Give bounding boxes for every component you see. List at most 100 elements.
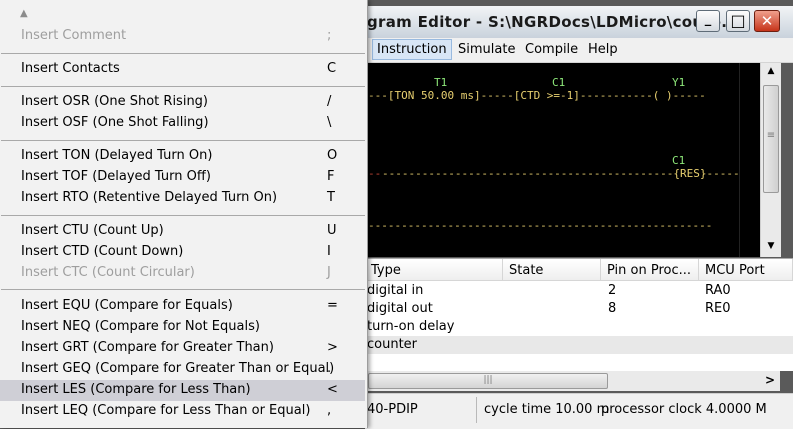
chevron-down-icon: ▼ <box>767 241 775 251</box>
column-header-label: Type <box>371 263 401 278</box>
menu-separator <box>1 215 365 216</box>
menu-separator <box>1 86 365 87</box>
rung2-c1-label: C1 <box>672 154 686 167</box>
scroll-down-button[interactable]: ▼ <box>761 237 781 257</box>
table-row[interactable]: turn-on delay <box>365 318 793 336</box>
column-header-state[interactable]: State <box>503 259 601 281</box>
menu-compile[interactable]: Compile <box>521 41 582 58</box>
menu-item-label: Insert OSF (One Shot Falling) <box>21 115 209 130</box>
cell-type: turn-on delay <box>367 319 455 334</box>
menu-item[interactable]: Insert GEQ (Compare for Greater Than or … <box>0 359 365 380</box>
menu-item[interactable]: Insert TON (Delayed Turn On) O <box>0 146 365 167</box>
column-header-pin[interactable]: Pin on Proc... <box>601 259 699 281</box>
minimize-icon: _ <box>704 12 712 27</box>
menu-item-label: Insert GRT (Compare for Greater Than) <box>21 340 274 355</box>
menu-item-shortcut: ; <box>327 28 332 43</box>
menu-item-label: Insert Contacts <box>21 61 120 76</box>
menu-instruction[interactable]: Instruction <box>372 39 452 60</box>
menu-item-label: Insert CTD (Count Down) <box>21 244 184 259</box>
menu-item[interactable]: Insert NEQ (Compare for Not Equals) <box>0 317 365 338</box>
menu-item[interactable]: Insert Contacts C <box>0 59 365 80</box>
menu-item[interactable]: Insert GRT (Compare for Greater Than) > <box>0 338 365 359</box>
menu-simulate[interactable]: Simulate <box>454 41 519 58</box>
rung1-c1-label: C1 <box>552 76 566 89</box>
ladder-margin <box>739 63 761 257</box>
menu-item[interactable]: Insert OSF (One Shot Falling) \ <box>0 113 365 134</box>
column-header-mcu-port[interactable]: MCU Port <box>699 259 793 281</box>
menu-item-label: Insert LEQ (Compare for Less Than or Equ… <box>21 403 311 418</box>
menu-item-label: Insert LES (Compare for Less Than) <box>21 382 251 397</box>
menu-item[interactable]: Insert LEQ (Compare for Less Than or Equ… <box>0 401 365 422</box>
menu-item: Insert Comment; <box>0 26 365 47</box>
menu-item-label: Insert TON (Delayed Turn On) <box>21 148 213 163</box>
rung1-y1-label: Y1 <box>672 76 686 89</box>
menu-item[interactable]: Insert TOF (Delayed Turn Off) F <box>0 167 365 188</box>
menu-item-shortcut: < <box>327 382 338 397</box>
status-cycle-time: cycle time 10.00 m <box>484 402 610 417</box>
ladder-diagram[interactable]: T1 C1 Y1 ---[TON 50.00 ms]-----[CTD >=-1… <box>368 63 739 257</box>
menu-item-label: Insert NEQ (Compare for Not Equals) <box>21 319 260 334</box>
horizontal-scroll-thumb[interactable]: ||| <box>368 373 608 389</box>
menu-scroll-up-icon[interactable]: ▲ <box>20 8 28 19</box>
menu-item-shortcut: F <box>327 169 335 184</box>
menu-item-label: Insert TOF (Delayed Turn Off) <box>21 169 211 184</box>
menu-item[interactable]: Insert OSR (One Shot Rising) / <box>0 92 365 113</box>
minimize-button[interactable]: _ <box>696 10 720 32</box>
cell-type: digital out <box>367 301 433 316</box>
table-row[interactable]: digital in 2 RA0 <box>365 282 793 300</box>
menu-item-shortcut: C <box>327 61 337 76</box>
window-title: gram Editor - S:\NGRDocs\LDMicro\coute..… <box>367 13 740 31</box>
menu-item-shortcut: T <box>327 190 335 205</box>
table-row[interactable]: counter <box>365 336 793 354</box>
menu-item-shortcut: . <box>327 361 332 376</box>
chevron-up-icon: ▲ <box>767 66 775 76</box>
scroll-up-button[interactable]: ▲ <box>761 63 781 83</box>
cell-mcu-port: RE0 <box>705 301 731 316</box>
menu-bar: Instruction Simulate Compile Help <box>365 38 793 63</box>
rung2-wire[interactable]: ----------------------------------------… <box>382 167 739 180</box>
menu-item: Insert CTC (Count Circular) J <box>0 263 365 284</box>
menu-item[interactable]: Insert LES (Compare for Less Than) < <box>0 380 365 401</box>
menu-item-shortcut: = <box>327 298 338 313</box>
menu-item[interactable]: Insert RTO (Retentive Delayed Turn On) T <box>0 188 365 209</box>
rung1-wire[interactable]: ---[TON 50.00 ms]-----[CTD >=-1]--------… <box>368 89 706 102</box>
menu-item-shortcut: U <box>327 223 337 238</box>
rung2-wire-left: -- <box>368 167 382 180</box>
maximize-button[interactable]: □ <box>726 10 750 32</box>
status-divider <box>476 397 477 423</box>
instruction-dropdown-menu: ▲ Insert Comment; Insert Contacts C Insert … <box>0 0 368 428</box>
menu-item-shortcut: \ <box>327 115 332 130</box>
menu-item[interactable]: Insert CTU (Count Up) U <box>0 221 365 242</box>
menu-item-label: Insert EQU (Compare for Equals) <box>21 298 233 313</box>
menu-separator <box>1 140 365 141</box>
cell-pin: 8 <box>608 301 617 316</box>
menu-separator <box>1 53 365 54</box>
column-header-label: State <box>509 263 544 278</box>
menu-item-shortcut: I <box>327 244 331 259</box>
menu-item-shortcut: O <box>327 148 338 163</box>
maximize-icon: □ <box>730 11 746 30</box>
scroll-right-button[interactable]: > <box>760 373 780 389</box>
horizontal-scrollbar[interactable]: ||| > <box>368 371 780 391</box>
column-header-label: MCU Port <box>705 263 765 278</box>
cell-type: counter <box>367 337 418 352</box>
menu-item[interactable]: Insert EQU (Compare for Equals) = <box>0 296 365 317</box>
menu-item-shortcut: , <box>327 403 332 418</box>
rung3-wire[interactable]: ----------------------------------------… <box>368 219 712 232</box>
io-list-table: Type State Pin on Proc... MCU Port digit… <box>365 258 793 371</box>
status-bar: 40-PDIP cycle time 10.00 m processor clo… <box>365 393 793 429</box>
status-processor-clock: processor clock 4.0000 M <box>601 402 767 417</box>
vertical-scroll-thumb[interactable]: ≡ <box>763 85 779 193</box>
menu-separator <box>1 289 365 290</box>
table-row[interactable]: digital out 8 RE0 <box>365 300 793 318</box>
menu-help[interactable]: Help <box>584 41 622 58</box>
menu-item-label: Insert OSR (One Shot Rising) <box>21 94 209 109</box>
close-button[interactable]: ✕ <box>754 10 780 32</box>
menu-item-label: Insert GEQ (Compare for Greater Than or … <box>21 361 335 376</box>
column-header-type[interactable]: Type <box>365 259 503 281</box>
grip-icon: ||| <box>483 375 493 385</box>
status-chip: 40-PDIP <box>367 402 418 417</box>
column-header-label: Pin on Proc... <box>607 263 692 278</box>
vertical-scrollbar[interactable]: ▲ ≡ ▼ <box>760 63 781 257</box>
menu-item[interactable]: Insert CTD (Count Down) I <box>0 242 365 263</box>
